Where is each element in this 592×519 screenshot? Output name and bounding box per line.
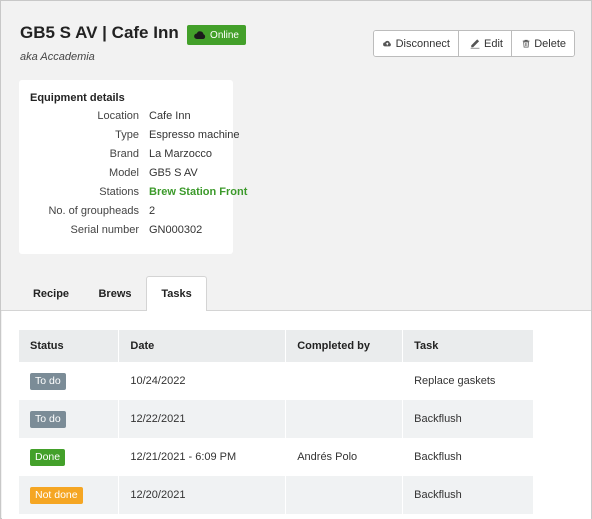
online-status-badge: Online xyxy=(187,25,246,45)
equipment-alias: aka Accademia xyxy=(20,51,95,63)
completed-by-cell xyxy=(285,362,404,400)
table-header-row: Status Date Completed by Task xyxy=(19,330,534,362)
completed-by-cell xyxy=(285,476,404,514)
status-badge: To do xyxy=(30,372,66,390)
page-title: GB5 S AV | Cafe Inn xyxy=(20,23,179,42)
disconnect-label: Disconnect xyxy=(395,37,450,50)
status-badge: Not done xyxy=(30,486,83,504)
date-cell: 12/22/2021 xyxy=(118,400,287,438)
equipment-header: GB5 S AV | Cafe Inn Online aka Accademia… xyxy=(1,1,591,73)
tab-brews[interactable]: Brews xyxy=(85,276,145,311)
task-cell: Backflush xyxy=(402,476,534,514)
delete-button[interactable]: Delete xyxy=(512,31,574,56)
detail-value: GN000302 xyxy=(149,224,203,236)
column-header-completed-by[interactable]: Completed by xyxy=(285,330,404,362)
edit-label: Edit xyxy=(484,37,503,50)
detail-label: No. of groupheads xyxy=(48,205,139,217)
detail-value: La Marzocco xyxy=(149,148,212,160)
date-cell: 10/24/2022 xyxy=(118,362,287,400)
table-row[interactable]: To do 10/24/2022 Replace gaskets xyxy=(19,362,534,400)
task-cell: Backflush xyxy=(402,400,534,438)
table-row[interactable]: To do 12/22/2021 Backflush xyxy=(19,400,534,438)
detail-label: Model xyxy=(109,167,139,179)
status-badge: Done xyxy=(30,448,66,466)
cloud-icon xyxy=(383,40,391,47)
detail-row-model: Model GB5 S AV xyxy=(19,167,233,185)
column-header-date[interactable]: Date xyxy=(118,330,287,362)
column-header-task[interactable]: Task xyxy=(402,330,534,362)
tab-recipe[interactable]: Recipe xyxy=(19,276,83,311)
disconnect-button[interactable]: Disconnect xyxy=(374,31,459,56)
detail-value: GB5 S AV xyxy=(149,167,198,179)
date-cell: 12/21/2021 - 6:09 PM xyxy=(118,438,287,476)
column-header-status[interactable]: Status xyxy=(19,330,120,362)
table-row[interactable]: Done 12/21/2021 - 6:09 PM Andrés Polo Ba… xyxy=(19,438,534,476)
detail-row-brand: Brand La Marzocco xyxy=(19,148,233,166)
table-row[interactable]: Not done 12/20/2021 Backflush xyxy=(19,476,534,514)
completed-by-cell xyxy=(285,400,404,438)
task-cell: Replace gaskets xyxy=(402,362,534,400)
tasks-table: Status Date Completed by Task To do 10/2… xyxy=(19,330,534,514)
detail-row-serial: Serial number GN000302 xyxy=(19,224,233,242)
detail-row-location: Location Cafe Inn xyxy=(19,110,233,128)
status-cell: To do xyxy=(19,362,120,400)
status-cell: Not done xyxy=(19,476,120,514)
detail-label: Stations xyxy=(99,186,139,198)
status-cell: To do xyxy=(19,400,120,438)
date-cell: 12/20/2021 xyxy=(118,476,287,514)
detail-value: Cafe Inn xyxy=(149,110,191,122)
pencil-icon xyxy=(470,39,480,49)
tab-tasks[interactable]: Tasks xyxy=(146,276,207,312)
detail-value: Espresso machine xyxy=(149,129,240,141)
page-frame: GB5 S AV | Cafe Inn Online aka Accademia… xyxy=(0,0,592,519)
online-status-label: Online xyxy=(210,29,239,41)
task-cell: Backflush xyxy=(402,438,534,476)
detail-label: Brand xyxy=(109,148,139,160)
detail-label: Location xyxy=(97,110,139,122)
edit-button[interactable]: Edit xyxy=(459,31,512,56)
status-cell: Done xyxy=(19,438,120,476)
trash-icon xyxy=(522,39,530,48)
equipment-details-title: Equipment details xyxy=(30,92,125,104)
detail-row-type: Type Espresso machine xyxy=(19,129,239,147)
detail-row-stations: Stations Brew Station Front xyxy=(19,186,247,204)
detail-label: Serial number xyxy=(70,224,139,236)
cloud-icon xyxy=(194,31,206,40)
completed-by-cell: Andrés Polo xyxy=(285,438,404,476)
detail-row-groupheads: No. of groupheads 2 xyxy=(19,205,233,223)
station-link[interactable]: Brew Station Front xyxy=(149,186,247,198)
equipment-details-card: Equipment details Location Cafe Inn Type… xyxy=(19,80,247,254)
detail-label: Type xyxy=(115,129,139,141)
detail-value: 2 xyxy=(149,205,156,217)
tasks-panel: Status Date Completed by Task To do 10/2… xyxy=(2,311,591,519)
delete-label: Delete xyxy=(534,37,566,50)
status-badge: To do xyxy=(30,410,66,428)
header-actions: Disconnect Edit Delete xyxy=(373,30,575,57)
